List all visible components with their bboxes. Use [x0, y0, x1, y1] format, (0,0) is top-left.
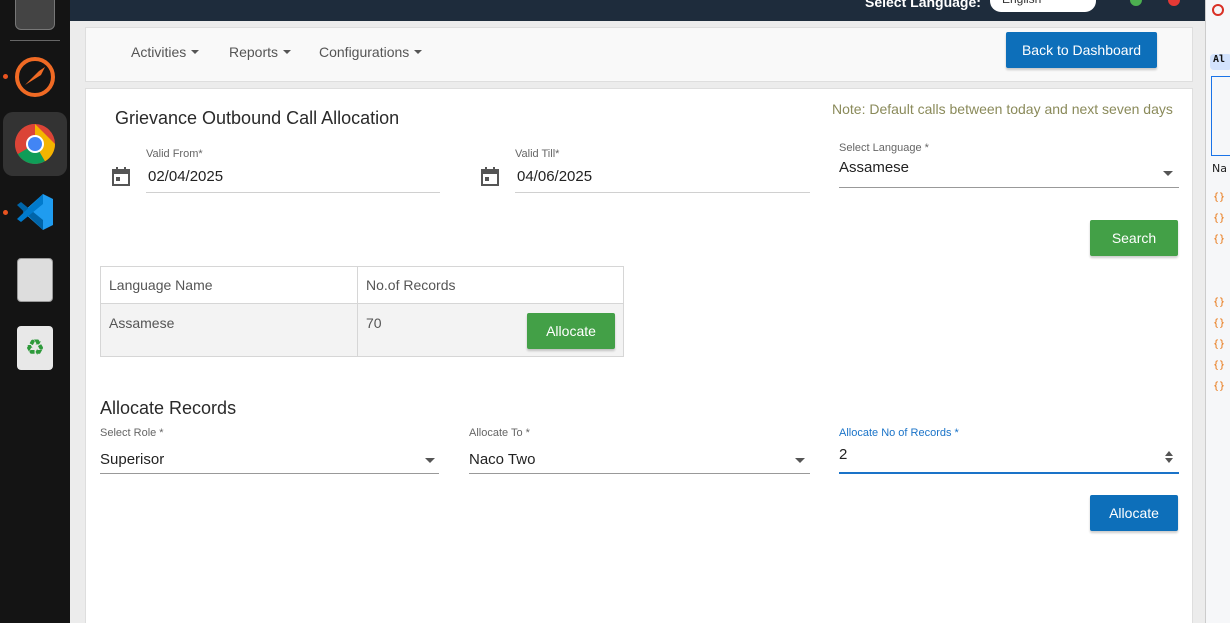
- nav-activities[interactable]: Activities: [131, 44, 200, 60]
- dock-app-files[interactable]: [3, 248, 67, 312]
- language-select[interactable]: Assamese: [839, 159, 1179, 187]
- records-count-label: Allocate No of Records *: [839, 427, 959, 439]
- allocate-to-underline: [469, 473, 810, 474]
- nav-activities-label: Activities: [131, 44, 187, 60]
- records-count-value: 2: [839, 446, 848, 463]
- language-select-value: Assamese: [839, 159, 910, 176]
- chevron-down-icon: [414, 50, 423, 54]
- nav-configurations-label: Configurations: [319, 44, 410, 60]
- dropdown-arrow-icon: [425, 458, 435, 463]
- table-row: Assamese 70 Allocate: [100, 303, 624, 357]
- filter-all-chip[interactable]: Al: [1210, 54, 1230, 70]
- devtools-selection: [1211, 76, 1230, 156]
- calendar-icon[interactable]: [110, 166, 132, 188]
- column-header-language: Language Name: [100, 266, 358, 304]
- nav-reports[interactable]: Reports: [229, 44, 292, 60]
- records-cell: 70 Allocate: [357, 303, 624, 357]
- terminal-icon: [15, 0, 55, 30]
- header-language-select[interactable]: English: [990, 0, 1096, 12]
- chrome-icon: [15, 124, 55, 164]
- table-header-row: Language Name No.of Records: [100, 266, 624, 304]
- dock-app-trash[interactable]: ♻: [3, 316, 67, 380]
- records-count-input[interactable]: 2: [839, 446, 1179, 472]
- language-select-label: Select Language *: [839, 142, 929, 154]
- language-records-table: Language Name No.of Records Assamese 70 …: [100, 266, 624, 357]
- nav-configurations[interactable]: Configurations: [319, 44, 423, 60]
- column-header-records: No.of Records: [357, 266, 624, 304]
- role-select-label: Select Role *: [100, 427, 164, 439]
- dropdown-arrow-icon: [795, 458, 805, 463]
- role-select-underline: [100, 473, 439, 474]
- role-select-value: Superisor: [100, 451, 165, 468]
- request-list[interactable]: {}{}{}{}{}{}{}{}: [1213, 187, 1225, 397]
- trash-icon: ♻: [17, 326, 53, 370]
- number-stepper-icon[interactable]: [1164, 450, 1174, 464]
- postman-icon: [15, 57, 55, 97]
- nav-reports-label: Reports: [229, 44, 279, 60]
- chevron-down-icon: [283, 50, 292, 54]
- role-select[interactable]: Superisor: [100, 451, 439, 473]
- language-select-underline: [839, 187, 1179, 188]
- vscode-icon: [17, 194, 53, 230]
- files-icon: [17, 258, 53, 302]
- search-button[interactable]: Search: [1090, 220, 1178, 256]
- allocate-to-label: Allocate To *: [469, 427, 530, 439]
- dock-separator: [10, 40, 60, 41]
- app-header: Select Language: English: [70, 0, 1205, 21]
- allocate-to-select[interactable]: Naco Two: [469, 451, 810, 473]
- back-to-dashboard-button[interactable]: Back to Dashboard: [1006, 32, 1157, 68]
- valid-from-label: Valid From*: [146, 148, 203, 160]
- terminal-app[interactable]: [3, 0, 67, 42]
- allocate-to-value: Naco Two: [469, 451, 536, 468]
- row-allocate-button[interactable]: Allocate: [527, 313, 615, 349]
- application-dock: ♻: [0, 0, 70, 623]
- devtools-name-column: Na: [1212, 162, 1227, 175]
- navigation-bar: Activities Reports Configurations Back t…: [85, 27, 1193, 82]
- page-title: Grievance Outbound Call Allocation: [115, 108, 400, 128]
- status-indicator-icon: [1130, 0, 1142, 6]
- allocation-card: Grievance Outbound Call Allocation Note:…: [85, 88, 1193, 623]
- calendar-icon[interactable]: [479, 166, 501, 188]
- devtools-panel: Al Na {}{}{}{}{}{}{}{}: [1205, 0, 1230, 623]
- valid-from-underline: [146, 192, 440, 193]
- valid-till-label: Valid Till*: [515, 148, 560, 160]
- dock-app-chrome[interactable]: [3, 112, 67, 176]
- chevron-down-icon: [191, 50, 200, 54]
- power-icon[interactable]: [1168, 0, 1180, 6]
- allocate-section-title: Allocate Records: [100, 398, 237, 418]
- record-icon[interactable]: [1212, 4, 1224, 16]
- valid-from-input[interactable]: 02/04/2025: [148, 168, 223, 185]
- allocate-submit-button[interactable]: Allocate: [1090, 495, 1178, 531]
- dock-app-vscode[interactable]: [3, 180, 67, 244]
- language-cell: Assamese: [100, 303, 358, 357]
- dropdown-arrow-icon: [1163, 171, 1173, 176]
- records-count: 70: [366, 315, 382, 331]
- date-range-note: Note: Default calls between today and ne…: [832, 101, 1173, 117]
- valid-till-underline: [515, 192, 810, 193]
- header-language-label: Select Language:: [865, 0, 981, 10]
- records-count-underline: [839, 472, 1179, 474]
- valid-till-input[interactable]: 04/06/2025: [517, 168, 592, 185]
- dock-app-postman[interactable]: [3, 45, 67, 109]
